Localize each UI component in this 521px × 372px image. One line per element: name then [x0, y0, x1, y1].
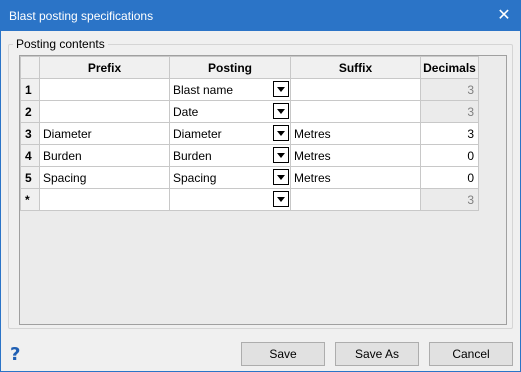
prefix-cell[interactable]: Diameter: [39, 122, 170, 145]
prefix-cell[interactable]: Spacing: [39, 166, 170, 189]
prefix-cell[interactable]: Burden: [39, 144, 170, 167]
posting-cell[interactable]: Spacing: [169, 166, 291, 189]
posting-value: Blast name: [173, 82, 234, 97]
row-header[interactable]: 4: [20, 144, 40, 167]
posting-table: Prefix Posting Suffix Decimals 1 Blast na…: [20, 56, 479, 211]
help-icon[interactable]: ?: [10, 344, 20, 365]
group-label: Posting contents: [13, 37, 108, 51]
decimals-cell[interactable]: 0: [420, 166, 479, 189]
posting-cell[interactable]: [169, 188, 291, 211]
suffix-cell[interactable]: [290, 78, 421, 101]
prefix-cell[interactable]: [39, 100, 170, 123]
save-as-button[interactable]: Save As: [335, 342, 419, 366]
decimals-cell: 3: [420, 188, 479, 211]
dropdown-arrow-icon[interactable]: [273, 125, 289, 141]
prefix-cell[interactable]: [39, 78, 170, 101]
suffix-cell[interactable]: [290, 100, 421, 123]
column-header-decimals[interactable]: Decimals: [420, 56, 479, 79]
row-header[interactable]: 1: [20, 78, 40, 101]
close-icon[interactable]: ✕: [488, 1, 520, 31]
dropdown-arrow-icon[interactable]: [273, 191, 289, 207]
decimals-cell: 3: [420, 78, 479, 101]
row-header[interactable]: 3: [20, 122, 40, 145]
posting-grid[interactable]: Prefix Posting Suffix Decimals 1 Blast na…: [19, 55, 507, 325]
suffix-cell[interactable]: Metres: [290, 122, 421, 145]
dropdown-arrow-icon[interactable]: [273, 147, 289, 163]
column-header-prefix[interactable]: Prefix: [39, 56, 170, 79]
table-row[interactable]: 2 Date 3: [20, 100, 479, 123]
title-bar: Blast posting specifications ✕: [1, 1, 520, 31]
dropdown-arrow-icon[interactable]: [273, 103, 289, 119]
table-row[interactable]: * 3: [20, 188, 479, 211]
prefix-cell[interactable]: [39, 188, 170, 211]
dropdown-arrow-icon[interactable]: [273, 81, 289, 97]
suffix-cell[interactable]: Metres: [290, 166, 421, 189]
suffix-cell[interactable]: [290, 188, 421, 211]
posting-cell[interactable]: Burden: [169, 144, 291, 167]
table-row[interactable]: 3 Diameter Diameter Metres 3: [20, 122, 479, 145]
header-row: Prefix Posting Suffix Decimals: [20, 56, 479, 79]
row-header[interactable]: 5: [20, 166, 40, 189]
table-row[interactable]: 4 Burden Burden Metres 0: [20, 144, 479, 167]
dropdown-arrow-icon[interactable]: [273, 169, 289, 185]
posting-value: Spacing: [173, 170, 217, 185]
save-button[interactable]: Save: [241, 342, 325, 366]
window-title: Blast posting specifications: [9, 9, 154, 23]
posting-value: Date: [173, 104, 199, 119]
row-header[interactable]: *: [20, 188, 40, 211]
table-row[interactable]: 1 Blast name 3: [20, 78, 479, 101]
posting-cell[interactable]: Blast name: [169, 78, 291, 101]
posting-cell[interactable]: Diameter: [169, 122, 291, 145]
posting-cell[interactable]: Date: [169, 100, 291, 123]
decimals-cell: 3: [420, 100, 479, 123]
row-header[interactable]: 2: [20, 100, 40, 123]
decimals-cell[interactable]: 3: [420, 122, 479, 145]
table-row[interactable]: 5 Spacing Spacing Metres 0: [20, 166, 479, 189]
posting-value: Burden: [173, 148, 212, 163]
corner-header: [20, 56, 40, 79]
cancel-button[interactable]: Cancel: [429, 342, 513, 366]
posting-value: Diameter: [173, 126, 222, 141]
column-header-posting[interactable]: Posting: [169, 56, 291, 79]
dialog-window: Blast posting specifications ✕ Posting c…: [0, 0, 521, 372]
decimals-cell[interactable]: 0: [420, 144, 479, 167]
column-header-suffix[interactable]: Suffix: [290, 56, 421, 79]
suffix-cell[interactable]: Metres: [290, 144, 421, 167]
